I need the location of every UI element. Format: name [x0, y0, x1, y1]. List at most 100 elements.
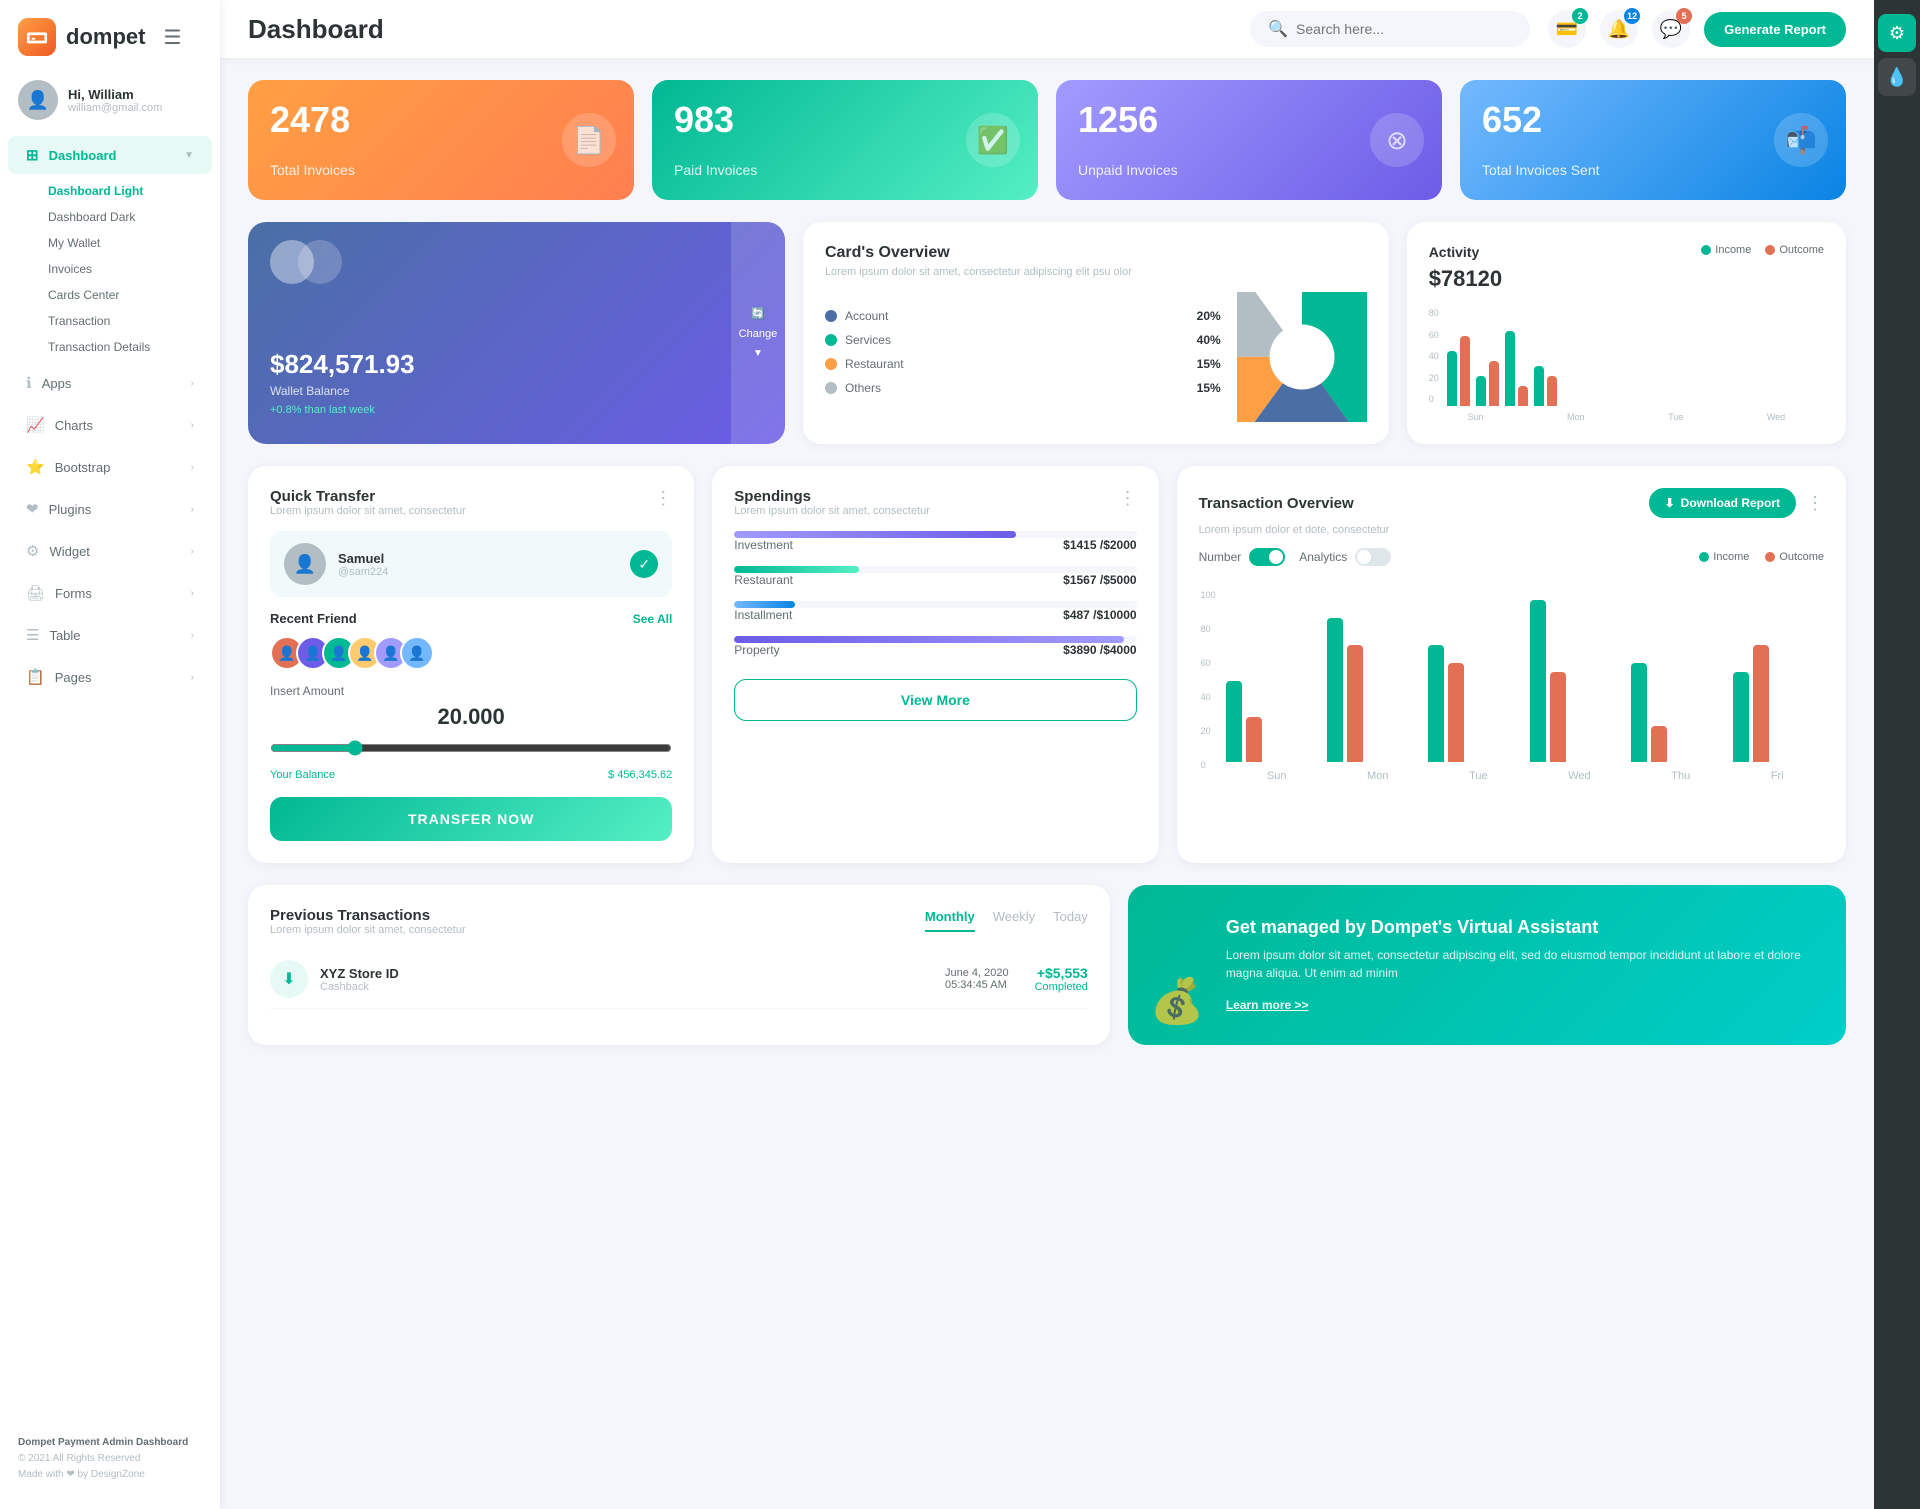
- chevron-right-icon: ›: [191, 630, 194, 641]
- logo-icon: [18, 18, 56, 56]
- nav-item-forms[interactable]: 🖨 Forms ›: [8, 574, 212, 612]
- generate-report-button[interactable]: Generate Report: [1704, 12, 1846, 47]
- nav-item-apps[interactable]: ℹ Apps ›: [8, 364, 212, 402]
- wallet-icon-btn[interactable]: 💳 2: [1548, 10, 1586, 48]
- overview-legend: Account 20% Services 40% Restaurant 15%: [825, 309, 1221, 405]
- recent-friends-row: Recent Friend See All: [270, 611, 672, 626]
- settings-icon-btn[interactable]: ⚙: [1878, 14, 1916, 52]
- stat-number-0: 2478: [270, 102, 612, 138]
- stat-label-3: Total Invoices Sent: [1482, 162, 1824, 178]
- view-more-button[interactable]: View More: [734, 679, 1136, 721]
- toggle-row: Number Analytics Income: [1199, 548, 1824, 566]
- nav-sub-my-wallet[interactable]: My Wallet: [40, 230, 220, 256]
- check-icon: ✓: [630, 550, 658, 578]
- tab-weekly[interactable]: Weekly: [993, 909, 1035, 932]
- dashboard-icon: ⊞: [26, 146, 39, 164]
- nav-item-table[interactable]: ☰ Table ›: [8, 616, 212, 654]
- spending-item-investment: Investment $1415 /$2000: [734, 531, 1136, 552]
- bar-income-mon: [1476, 376, 1486, 406]
- user-email: william@gmail.com: [68, 102, 162, 114]
- transfer-now-button[interactable]: TRANSFER NOW: [270, 797, 672, 841]
- transaction-item-xyz: ⬇ XYZ Store ID Cashback June 4, 2020 05:…: [270, 950, 1088, 1009]
- nav-item-bootstrap[interactable]: ⭐ Bootstrap ›: [8, 448, 212, 486]
- stat-card-total-sent: 📬 652 Total Invoices Sent: [1460, 80, 1846, 200]
- analytics-toggle[interactable]: [1355, 548, 1391, 566]
- spendings-subtitle: Lorem ipsum dolor sit amet, consectetur: [734, 505, 930, 517]
- tab-monthly[interactable]: Monthly: [925, 909, 975, 932]
- nav-item-widget[interactable]: ⚙ Widget ›: [8, 532, 212, 570]
- chevron-down-icon: ▼: [184, 150, 194, 161]
- pages-icon: 📋: [26, 668, 45, 686]
- invoice-icon: 📄: [562, 113, 616, 167]
- chevron-right-icon: ›: [191, 672, 194, 683]
- pie-chart: [1237, 292, 1367, 422]
- quick-transfer-panel: Quick Transfer Lorem ipsum dolor sit ame…: [248, 466, 694, 863]
- nav-sub-dashboard-dark[interactable]: Dashboard Dark: [40, 204, 220, 230]
- nav-sub-transaction-details[interactable]: Transaction Details: [40, 334, 220, 360]
- prev-trans-row: Previous Transactions Lorem ipsum dolor …: [248, 885, 1846, 1045]
- quick-transfer-title: Quick Transfer: [270, 488, 466, 505]
- va-learn-more-link[interactable]: Learn more >>: [1226, 998, 1309, 1012]
- nav-sub-transaction[interactable]: Transaction: [40, 308, 220, 334]
- bell-icon-btn[interactable]: 🔔 12: [1600, 10, 1638, 48]
- search-input[interactable]: [1296, 21, 1496, 37]
- nav-sub-dashboard-light[interactable]: Dashboard Light: [40, 178, 220, 204]
- bar-group-wed: [1534, 366, 1557, 406]
- user-profile-area: 👤 Hi, William william@gmail.com: [0, 66, 220, 134]
- chevron-right-icon: ›: [191, 378, 194, 389]
- tab-today[interactable]: Today: [1053, 909, 1088, 932]
- nav-item-charts[interactable]: 📈 Charts ›: [8, 406, 212, 444]
- quick-transfer-menu-icon[interactable]: ⋮: [654, 488, 672, 509]
- header: Dashboard 🔍 💳 2 🔔 12 💬 5 Generate Report: [220, 0, 1874, 58]
- prev-trans-title: Previous Transactions: [270, 907, 466, 924]
- trans-icon-green: ⬇: [270, 960, 308, 998]
- nav-sub-cards-center[interactable]: Cards Center: [40, 282, 220, 308]
- contact-avatar-samuel: 👤: [284, 543, 326, 585]
- bar-chart-groups: [1447, 306, 1557, 406]
- bar-group-wed-big: [1530, 600, 1621, 762]
- nav-item-dashboard[interactable]: ⊞ Dashboard ▼: [8, 136, 212, 174]
- recent-friend-label: Recent Friend: [270, 611, 357, 626]
- big-bar-outcome-tue: [1448, 663, 1464, 762]
- nav-sub-invoices[interactable]: Invoices: [40, 256, 220, 282]
- legend-item-others: Others 15%: [825, 381, 1221, 395]
- middle-row: 🔄 Change ▼ $824,571.93 Wallet Balance +0…: [248, 222, 1846, 444]
- trans-y-axis: 020406080100: [1199, 590, 1218, 770]
- card-overview-subtitle: Lorem ipsum dolor sit amet, consectetur …: [825, 266, 1367, 278]
- chat-icon-btn[interactable]: 💬 5: [1652, 10, 1690, 48]
- stat-label-0: Total Invoices: [270, 162, 612, 178]
- number-toggle[interactable]: [1249, 548, 1285, 566]
- main-area: Dashboard 🔍 💳 2 🔔 12 💬 5 Generate Report: [220, 0, 1874, 1509]
- legend-item-services: Services 40%: [825, 333, 1221, 347]
- trans-outcome-dot: [1765, 552, 1775, 562]
- big-bar-income-mon: [1327, 618, 1343, 762]
- bar-group-mon: [1476, 361, 1499, 406]
- spending-item-restaurant: Restaurant $1567 /$5000: [734, 566, 1136, 587]
- sidebar: dompet ☰ 👤 Hi, William william@gmail.com…: [0, 0, 220, 1509]
- contact-card-samuel: 👤 Samuel @sam224 ✓: [270, 531, 672, 597]
- water-drop-icon-btn[interactable]: 💧: [1878, 58, 1916, 96]
- bar-group-fri-big: [1733, 645, 1824, 762]
- y-axis-labels: 806040200: [1429, 306, 1439, 406]
- card-overview-title: Card's Overview: [825, 244, 1367, 262]
- big-bar-outcome-sun: [1246, 717, 1262, 762]
- hamburger-icon[interactable]: ☰: [163, 25, 181, 50]
- paid-icon: ✅: [966, 113, 1020, 167]
- trans-amount: +$5,553: [1035, 965, 1088, 981]
- amount-slider[interactable]: [270, 740, 672, 756]
- spending-bar-fill-restaurant: [734, 566, 859, 573]
- big-bar-outcome-fri: [1753, 645, 1769, 762]
- spendings-menu-icon[interactable]: ⋮: [1119, 488, 1137, 509]
- amount-slider-container: [270, 740, 672, 761]
- va-icon: 💰: [1150, 975, 1205, 1027]
- see-all-link[interactable]: See All: [633, 612, 673, 626]
- change-card-button[interactable]: 🔄 Change ▼: [731, 222, 785, 444]
- stat-number-3: 652: [1482, 102, 1824, 138]
- nav-item-plugins[interactable]: ❤ Plugins ›: [8, 490, 212, 528]
- download-report-button[interactable]: ⬇ Download Report: [1649, 488, 1796, 518]
- trans-income-dot: [1699, 552, 1709, 562]
- trans-overview-menu-icon[interactable]: ⋮: [1806, 493, 1824, 514]
- big-bar-outcome-mon: [1347, 645, 1363, 762]
- stat-number-2: 1256: [1078, 102, 1420, 138]
- nav-item-pages[interactable]: 📋 Pages ›: [8, 658, 212, 696]
